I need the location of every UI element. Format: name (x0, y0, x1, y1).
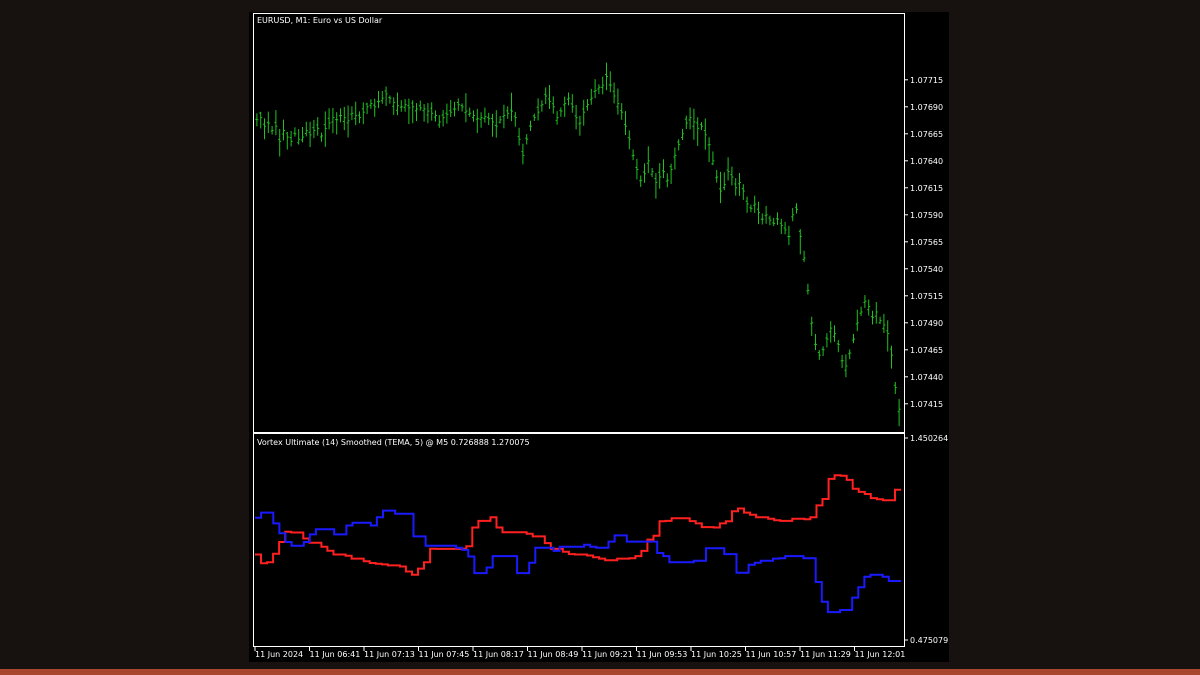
price-tick-label: 1.07665 (910, 130, 943, 139)
bottom-strip (0, 669, 1200, 675)
time-tick-label: 11 Jun 08:17 (473, 650, 524, 659)
time-tick-label: 11 Jun 06:41 (310, 650, 361, 659)
time-tick-label: 11 Jun 11:29 (800, 650, 851, 659)
time-tick-label: 11 Jun 2024 (255, 650, 303, 659)
time-tick-label: 11 Jun 12:01 (855, 650, 906, 659)
indicator-tick-label: 1.450264 (910, 434, 948, 443)
chart-window[interactable]: EURUSD, M1: Euro vs US Dollar 1.07715 1.0… (249, 12, 949, 662)
indicator-axis: 1.450264 0.475079 (904, 434, 948, 645)
price-tick-label: 1.07640 (910, 157, 943, 166)
price-tick-label: 1.07540 (910, 265, 943, 274)
price-tick-label: 1.07615 (910, 184, 943, 193)
price-tick-label: 1.07715 (910, 76, 943, 85)
indicator-pane-frame (253, 433, 905, 647)
time-tick-label: 11 Jun 10:57 (746, 650, 797, 659)
indicator-title: Vortex Ultimate (14) Smoothed (TEMA, 5) … (257, 438, 530, 447)
indicator-pane[interactable]: Vortex Ultimate (14) Smoothed (TEMA, 5) … (253, 433, 949, 647)
price-tick-label: 1.07490 (910, 319, 943, 328)
time-tick-label: 11 Jun 09:21 (582, 650, 633, 659)
time-axis: 11 Jun 2024 11 Jun 06:41 11 Jun 07:13 11 Ju… (254, 647, 906, 659)
time-tick-label: 11 Jun 07:13 (364, 650, 415, 659)
time-tick-label: 11 Jun 07:45 (419, 650, 470, 659)
time-tick-label: 11 Jun 10:25 (691, 650, 742, 659)
price-tick-label: 1.07515 (910, 292, 943, 301)
price-pane[interactable]: EURUSD, M1: Euro vs US Dollar 1.077151.0… (253, 13, 944, 433)
vortex-minus-line (255, 509, 901, 614)
price-pane-frame (253, 13, 905, 433)
price-tick-label: 1.07440 (910, 373, 943, 382)
indicator-lines (255, 474, 901, 614)
indicator-tick-label: 0.475079 (910, 636, 948, 645)
price-tick-label: 1.07590 (910, 211, 943, 220)
chart-canvas: EURUSD, M1: Euro vs US Dollar 1.077151.0… (253, 13, 949, 659)
price-tick-label: 1.07690 (910, 103, 943, 112)
price-tick-label: 1.07415 (910, 400, 943, 409)
time-tick-label: 11 Jun 09:53 (637, 650, 688, 659)
price-bars (255, 62, 901, 427)
price-tick-label: 1.07465 (910, 346, 943, 355)
price-chart-title: EURUSD, M1: Euro vs US Dollar (257, 16, 383, 25)
time-tick-label: 11 Jun 08:49 (528, 650, 579, 659)
price-tick-label: 1.07565 (910, 238, 943, 247)
price-axis: 1.07715 1.07690 1.07665 1.07640 1.07615 1.075… (904, 76, 943, 409)
